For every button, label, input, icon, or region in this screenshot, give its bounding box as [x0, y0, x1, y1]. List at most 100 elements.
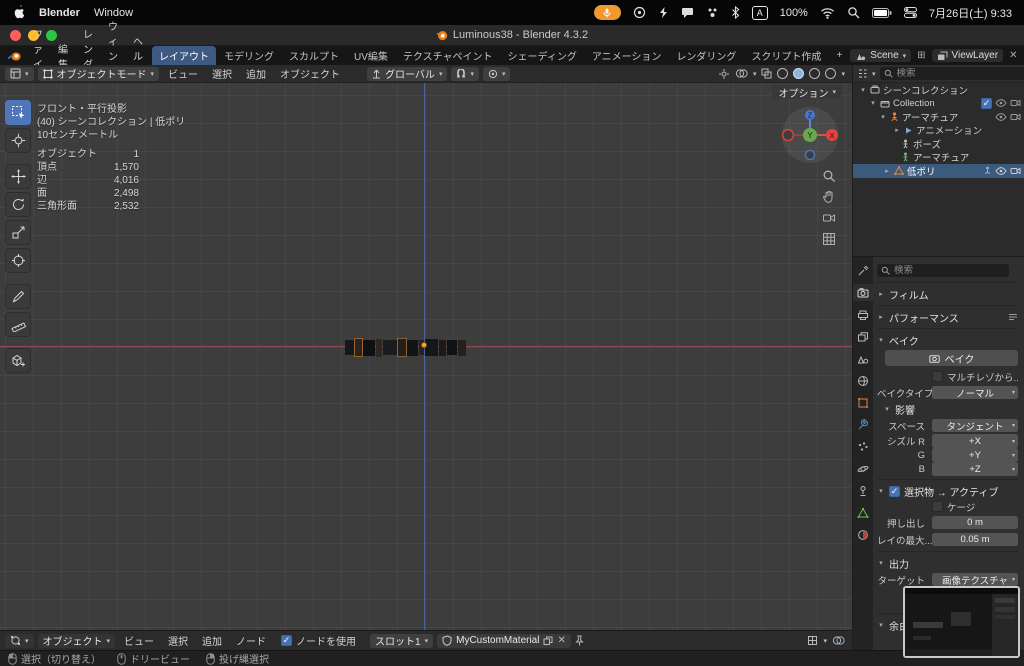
tab-material[interactable]: [853, 526, 873, 543]
workspace-tab-animation[interactable]: アニメーション: [585, 46, 669, 65]
spotlight-search-icon[interactable]: [847, 6, 860, 19]
blender-logo-icon[interactable]: [7, 50, 22, 62]
bake-type-dropdown[interactable]: ノーマル ▾: [932, 385, 1018, 400]
control-center-icon[interactable]: [903, 7, 917, 18]
unlink-material-icon[interactable]: ✕: [557, 635, 565, 646]
workspace-tab-layout[interactable]: レイアウト: [152, 46, 216, 65]
snap-node-icon[interactable]: [807, 635, 818, 646]
proportional-editing-toggle[interactable]: ▾: [482, 66, 511, 81]
rotate-tool[interactable]: [5, 192, 31, 217]
overlay-toggle-icon[interactable]: [832, 635, 845, 646]
properties-search-input[interactable]: [894, 264, 1005, 276]
new-scene-icon[interactable]: ⊞: [917, 50, 925, 61]
tab-particles[interactable]: [853, 438, 873, 455]
viewport-options-button[interactable]: オプション ▾: [772, 85, 842, 100]
material-slot-dropdown[interactable]: スロット1 ▾: [370, 633, 434, 648]
snapping-toggle[interactable]: ▾: [451, 66, 479, 81]
overlays-toggle-icon[interactable]: [735, 68, 748, 79]
bluetooth-icon[interactable]: [731, 6, 740, 19]
scale-tool[interactable]: [5, 220, 31, 245]
use-nodes-checkbox[interactable]: ✓: [281, 635, 293, 646]
navigation-gizmo[interactable]: Z X Y: [780, 105, 840, 165]
measure-tool[interactable]: [5, 312, 31, 337]
hide-eye-icon[interactable]: [995, 112, 1007, 121]
properties-search[interactable]: [877, 263, 1009, 277]
add-workspace-button[interactable]: +: [829, 48, 849, 63]
pin-icon[interactable]: [575, 635, 584, 646]
shader-editor-type-selector[interactable]: ▾: [5, 633, 34, 648]
tab-modifiers[interactable]: [853, 416, 873, 433]
outliner-search[interactable]: [879, 67, 1024, 80]
tab-object[interactable]: [853, 394, 873, 411]
tab-render[interactable]: [853, 284, 873, 301]
tab-viewlayer[interactable]: [853, 328, 873, 345]
workspace-tab-scripting[interactable]: スクリプト作成: [744, 46, 828, 65]
workspace-tab-modeling[interactable]: モデリング: [217, 46, 281, 65]
disable-render-camera-icon[interactable]: [1010, 113, 1021, 121]
apple-menu-icon[interactable]: [12, 5, 25, 20]
viewlayer-selector[interactable]: ViewLayer: [931, 49, 1004, 62]
shading-rendered-button[interactable]: [825, 68, 837, 79]
zoom-view-button[interactable]: [820, 167, 838, 185]
toggle-grid-button[interactable]: [820, 230, 838, 248]
disable-render-camera-icon[interactable]: [1010, 167, 1021, 175]
mode-selector[interactable]: オブジェクトモード ▾: [37, 66, 160, 81]
viewport-menu-select[interactable]: 選択: [207, 66, 237, 81]
workspace-tab-uv[interactable]: UV編集: [347, 46, 395, 65]
close-window-button[interactable]: [10, 29, 21, 41]
tab-world[interactable]: [853, 372, 873, 389]
output-subsection-header[interactable]: ▾ 出力: [877, 555, 1018, 571]
shading-material-button[interactable]: [809, 68, 821, 79]
transform-orientation-selector[interactable]: グローバル ▾: [367, 66, 448, 81]
shader-menu-select[interactable]: 選択: [163, 633, 193, 648]
xray-toggle-icon[interactable]: [761, 68, 772, 79]
selected-to-active-checkbox[interactable]: ✓: [889, 485, 900, 497]
menubar-status-icon[interactable]: [633, 6, 646, 19]
annotate-tool[interactable]: [5, 284, 31, 309]
space-dropdown[interactable]: タンジェント ▾: [932, 418, 1018, 433]
workspace-tab-rendering[interactable]: レンダリング: [669, 46, 743, 65]
snap-dropdown[interactable]: ▾: [823, 637, 827, 645]
viewport-menu-object[interactable]: オブジェクト: [275, 66, 345, 81]
outliner-row-animation[interactable]: ▸ アニメーション: [853, 124, 1024, 137]
menubar-status-icon[interactable]: [658, 6, 669, 19]
outliner-row-armature-data[interactable]: アーマチュア: [853, 151, 1024, 164]
shading-wireframe-button[interactable]: [777, 68, 789, 79]
3d-viewport[interactable]: フロント・平行投影 (40) シーンコレクション | 低ポリ 10センチメートル…: [0, 83, 852, 630]
film-section-header[interactable]: ▸ フィルム: [877, 286, 1018, 302]
select-box-tool[interactable]: [5, 100, 31, 125]
outliner-search-input[interactable]: [896, 68, 1024, 79]
camera-view-button[interactable]: [820, 209, 838, 227]
outliner-row-scene-collection[interactable]: ▾ シーンコレクション: [853, 83, 1024, 97]
messages-icon[interactable]: [681, 6, 694, 19]
hide-eye-icon[interactable]: [995, 166, 1007, 175]
shading-dropdown[interactable]: ▾: [841, 70, 845, 78]
shader-menu-node[interactable]: ノード: [231, 633, 271, 648]
tab-object-data[interactable]: [853, 504, 873, 521]
bake-from-multires-checkbox[interactable]: [932, 371, 943, 382]
extrusion-value-field[interactable]: 0 m: [932, 515, 1018, 530]
editor-type-selector[interactable]: ▾: [5, 66, 34, 81]
bake-section-header[interactable]: ▾ ベイク: [877, 332, 1018, 348]
show-gizmo-toggle-icon[interactable]: [718, 68, 730, 80]
floating-preview-window[interactable]: [903, 586, 1020, 658]
armature-modifier-icon[interactable]: [983, 166, 992, 175]
outliner-editor-icon[interactable]: [857, 68, 868, 79]
selected-to-active-header[interactable]: ▾ ✓ 選択物 → アクティブ: [877, 483, 1018, 499]
menubar-clock[interactable]: 7月26日(土) 9:33: [929, 5, 1012, 21]
shader-type-selector[interactable]: オブジェクト ▾: [37, 633, 116, 648]
duplicate-material-icon[interactable]: [543, 636, 553, 646]
swizzle-r-dropdown[interactable]: +X ▾: [932, 434, 1018, 448]
performance-section-header[interactable]: ▸ パフォーマンス: [877, 309, 1018, 325]
overlays-dropdown[interactable]: ▾: [753, 70, 757, 78]
disable-render-camera-icon[interactable]: [1010, 99, 1021, 107]
outliner-row-collection[interactable]: ▾ Collection ✓: [853, 97, 1024, 111]
workspace-tab-shading[interactable]: シェーディング: [501, 46, 584, 65]
viewport-menu-view[interactable]: ビュー: [163, 66, 203, 81]
bake-button[interactable]: ベイク: [885, 350, 1018, 366]
tab-scene[interactable]: [853, 350, 873, 367]
menubar-app-name[interactable]: Blender: [39, 7, 80, 19]
preset-menu-icon[interactable]: [1008, 313, 1018, 321]
cage-checkbox[interactable]: [932, 501, 943, 512]
swizzle-g-dropdown[interactable]: +Y ▾: [932, 448, 1018, 462]
